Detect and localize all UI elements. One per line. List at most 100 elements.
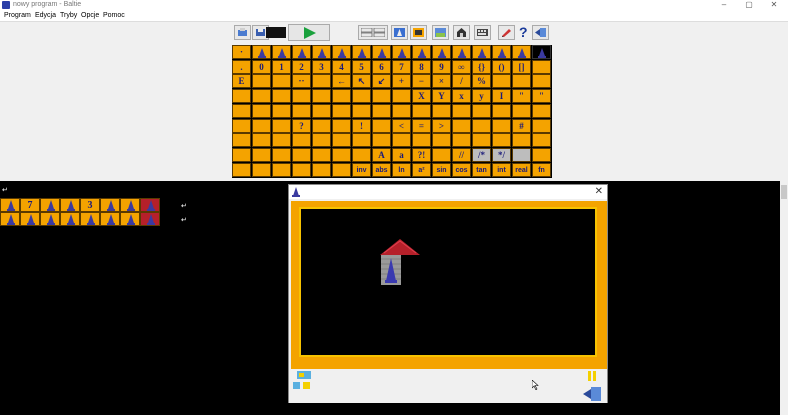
palette-cell-1-9[interactable]: 8 bbox=[412, 59, 431, 74]
palette-cell-0-8[interactable] bbox=[392, 45, 411, 59]
palette-cell-2-11[interactable]: / bbox=[452, 74, 471, 89]
palette-cell-4-6[interactable] bbox=[352, 103, 371, 118]
palette-cell-2-12[interactable]: % bbox=[472, 74, 491, 89]
palette-cell-2-4[interactable] bbox=[312, 74, 331, 89]
maximize-button[interactable]: ▢ bbox=[738, 0, 760, 10]
palette-cell-3-4[interactable] bbox=[312, 89, 331, 104]
palette-cell-6-0[interactable] bbox=[232, 133, 251, 148]
menu-edycja[interactable]: Edycja bbox=[35, 10, 56, 22]
palette-cell-1-12[interactable]: {} bbox=[472, 59, 491, 74]
palette-cell-3-3[interactable] bbox=[292, 89, 311, 104]
close-button[interactable]: ✕ bbox=[763, 0, 785, 10]
palette-cell-8-9[interactable]: a² bbox=[412, 162, 431, 177]
palette-cell-2-5[interactable]: ← bbox=[332, 74, 351, 89]
palette-cell-7-3[interactable] bbox=[292, 147, 311, 162]
palette-cell-6-7[interactable] bbox=[372, 133, 391, 148]
palette-cell-7-6[interactable] bbox=[352, 147, 371, 162]
palette-cell-7-7[interactable]: A bbox=[372, 147, 391, 162]
palette-cell-1-4[interactable]: 3 bbox=[312, 59, 331, 74]
palette-cell-4-4[interactable] bbox=[312, 103, 331, 118]
palette-cell-3-13[interactable]: I bbox=[492, 89, 511, 104]
palette-cell-1-0[interactable]: . bbox=[232, 59, 251, 74]
palette-cell-3-11[interactable]: x bbox=[452, 89, 471, 104]
vertical-scrollbar[interactable] bbox=[780, 181, 788, 415]
run-button[interactable] bbox=[288, 24, 330, 41]
palette-cell-6-13[interactable] bbox=[492, 133, 511, 148]
palette-cell-0-13[interactable] bbox=[492, 45, 511, 59]
palette-cell-4-12[interactable] bbox=[472, 103, 491, 118]
palette-cell-7-15[interactable] bbox=[532, 147, 551, 162]
palette-cell-2-13[interactable] bbox=[492, 74, 511, 89]
grid-icon[interactable] bbox=[358, 25, 388, 40]
palette-cell-7-1[interactable] bbox=[252, 147, 271, 162]
palette-cell-7-8[interactable]: a bbox=[392, 147, 411, 162]
program-command-tile[interactable] bbox=[80, 212, 100, 226]
palette-cell-4-0[interactable] bbox=[232, 103, 251, 118]
palette-cell-7-10[interactable] bbox=[432, 147, 451, 162]
program-command-tile[interactable] bbox=[60, 198, 80, 212]
palette-cell-0-0[interactable]: · bbox=[232, 45, 251, 59]
palette-cell-4-10[interactable] bbox=[432, 103, 451, 118]
exit-world-icon[interactable] bbox=[583, 387, 601, 401]
palette-cell-5-2[interactable] bbox=[272, 118, 291, 133]
palette-cell-0-7[interactable] bbox=[372, 45, 391, 59]
pencil-icon[interactable] bbox=[498, 25, 515, 40]
palette-cell-5-6[interactable]: ! bbox=[352, 118, 371, 133]
palette-cell-6-4[interactable] bbox=[312, 133, 331, 148]
palette-cell-1-15[interactable] bbox=[532, 59, 551, 74]
palette-cell-5-9[interactable]: = bbox=[412, 118, 431, 133]
palette-cell-5-12[interactable] bbox=[472, 118, 491, 133]
palette-cell-7-12[interactable]: /* bbox=[472, 147, 491, 162]
palette-cell-2-7[interactable]: ↙ bbox=[372, 74, 391, 89]
palette-cell-0-14[interactable] bbox=[512, 45, 531, 59]
palette-cell-7-9[interactable]: ?! bbox=[412, 147, 431, 162]
palette-cell-8-14[interactable]: real bbox=[512, 162, 531, 177]
program-command-tile[interactable] bbox=[120, 198, 140, 212]
program-command-tile[interactable] bbox=[40, 198, 60, 212]
palette-cell-5-0[interactable] bbox=[232, 118, 251, 133]
scrollbar-thumb[interactable] bbox=[781, 185, 787, 199]
palette-cell-0-3[interactable] bbox=[292, 45, 311, 59]
program-command-tile[interactable] bbox=[0, 212, 20, 226]
palette-cell-4-8[interactable] bbox=[392, 103, 411, 118]
palette-cell-1-1[interactable]: 0 bbox=[252, 59, 271, 74]
palette-cell-3-8[interactable] bbox=[392, 89, 411, 104]
palette-cell-5-4[interactable] bbox=[312, 118, 331, 133]
palette-cell-8-10[interactable]: sin bbox=[432, 162, 451, 177]
palette-cell-0-6[interactable] bbox=[352, 45, 371, 59]
palette-cell-5-7[interactable] bbox=[372, 118, 391, 133]
palette-cell-4-11[interactable] bbox=[452, 103, 471, 118]
palette-cell-8-1[interactable] bbox=[252, 162, 271, 177]
palette-cell-7-13[interactable]: */ bbox=[492, 147, 511, 162]
palette-cell-3-1[interactable] bbox=[252, 89, 271, 104]
palette-cell-0-10[interactable] bbox=[432, 45, 451, 59]
palette-cell-8-2[interactable] bbox=[272, 162, 291, 177]
palette-cell-2-6[interactable]: ↖ bbox=[352, 74, 371, 89]
palette-cell-7-2[interactable] bbox=[272, 147, 291, 162]
palette-cell-7-14[interactable] bbox=[512, 147, 531, 162]
open-icon[interactable] bbox=[234, 25, 251, 40]
minimize-button[interactable]: – bbox=[713, 0, 735, 10]
palette-cell-3-7[interactable] bbox=[372, 89, 391, 104]
palette-cell-5-14[interactable]: # bbox=[512, 118, 531, 133]
palette-cell-6-14[interactable] bbox=[512, 133, 531, 148]
program-command-tile[interactable] bbox=[0, 198, 20, 212]
help-icon[interactable]: ? bbox=[515, 24, 532, 40]
palette-cell-6-1[interactable] bbox=[252, 133, 271, 148]
wizard-icon[interactable] bbox=[391, 25, 408, 40]
palette-cell-3-14[interactable]: " bbox=[512, 89, 531, 104]
palette-cell-4-3[interactable] bbox=[292, 103, 311, 118]
palette-cell-1-6[interactable]: 5 bbox=[352, 59, 371, 74]
palette-cell-5-3[interactable]: ? bbox=[292, 118, 311, 133]
palette-cell-1-13[interactable]: () bbox=[492, 59, 511, 74]
palette-cell-4-1[interactable] bbox=[252, 103, 271, 118]
program-command-tile[interactable]: 3 bbox=[80, 198, 100, 212]
palette-cell-2-10[interactable]: × bbox=[432, 74, 451, 89]
palette-cell-2-0[interactable]: E bbox=[232, 74, 251, 89]
palette-cell-8-5[interactable] bbox=[332, 162, 351, 177]
palette-cell-6-6[interactable] bbox=[352, 133, 371, 148]
block-icon[interactable] bbox=[297, 371, 311, 379]
palette-cell-0-15[interactable] bbox=[532, 45, 551, 59]
palette-cell-7-5[interactable] bbox=[332, 147, 351, 162]
palette-cell-6-15[interactable] bbox=[532, 133, 551, 148]
